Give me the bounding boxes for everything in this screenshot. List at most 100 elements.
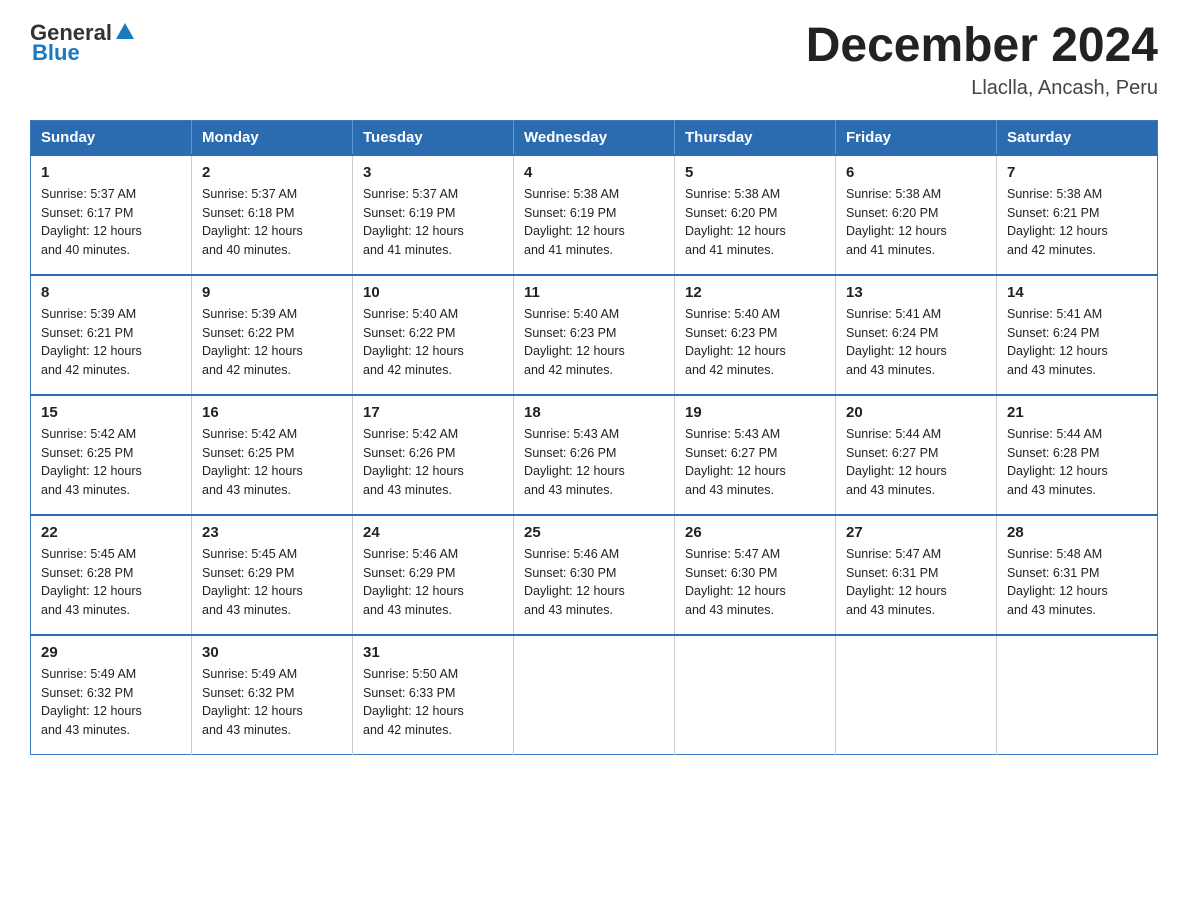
day-number: 25 <box>524 524 664 541</box>
day-number: 11 <box>524 284 664 301</box>
day-info: Sunrise: 5:40 AMSunset: 6:22 PMDaylight:… <box>363 305 503 380</box>
calendar-cell: 30Sunrise: 5:49 AMSunset: 6:32 PMDayligh… <box>192 635 353 755</box>
day-number: 13 <box>846 284 986 301</box>
day-info: Sunrise: 5:40 AMSunset: 6:23 PMDaylight:… <box>685 305 825 380</box>
day-info: Sunrise: 5:46 AMSunset: 6:30 PMDaylight:… <box>524 545 664 620</box>
day-number: 4 <box>524 164 664 181</box>
calendar-cell: 9 Sunrise: 5:39 AMSunset: 6:22 PMDaylight… <box>192 275 353 395</box>
day-number: 8 <box>41 284 181 301</box>
calendar-cell: 25 Sunrise: 5:46 AMSunset: 6:30 PMDayligh… <box>514 515 675 635</box>
calendar-cell: 2 Sunrise: 5:37 AMSunset: 6:18 PMDaylight… <box>192 155 353 275</box>
day-info: Sunrise: 5:45 AMSunset: 6:28 PMDaylight:… <box>41 545 181 620</box>
day-number: 7 <box>1007 164 1147 181</box>
day-number: 2 <box>202 164 342 181</box>
calendar-cell: 5 Sunrise: 5:38 AMSunset: 6:20 PMDaylight… <box>675 155 836 275</box>
day-number: 15 <box>41 404 181 421</box>
page-header: General Blue December 2024 Llaclla, Anca… <box>30 20 1158 100</box>
day-info: Sunrise: 5:41 AMSunset: 6:24 PMDaylight:… <box>846 305 986 380</box>
day-info: Sunrise: 5:37 AMSunset: 6:17 PMDaylight:… <box>41 185 181 260</box>
calendar-cell: 23 Sunrise: 5:45 AMSunset: 6:29 PMDayligh… <box>192 515 353 635</box>
calendar-cell: 6 Sunrise: 5:38 AMSunset: 6:20 PMDaylight… <box>836 155 997 275</box>
day-info: Sunrise: 5:44 AMSunset: 6:28 PMDaylight:… <box>1007 425 1147 500</box>
calendar-title: December 2024 <box>806 20 1158 73</box>
day-number: 1 <box>41 164 181 181</box>
calendar-cell: 11Sunrise: 5:40 AMSunset: 6:23 PMDayligh… <box>514 275 675 395</box>
calendar-cell: 17 Sunrise: 5:42 AMSunset: 6:26 PMDayligh… <box>353 395 514 515</box>
calendar-cell <box>514 635 675 755</box>
calendar-cell: 21 Sunrise: 5:44 AMSunset: 6:28 PMDayligh… <box>997 395 1158 515</box>
day-number: 20 <box>846 404 986 421</box>
header-monday: Monday <box>192 120 353 155</box>
calendar-cell: 27 Sunrise: 5:47 AMSunset: 6:31 PMDayligh… <box>836 515 997 635</box>
day-number: 27 <box>846 524 986 541</box>
header-sunday: Sunday <box>31 120 192 155</box>
calendar-cell: 15 Sunrise: 5:42 AMSunset: 6:25 PMDayligh… <box>31 395 192 515</box>
day-number: 28 <box>1007 524 1147 541</box>
day-info: Sunrise: 5:44 AMSunset: 6:27 PMDaylight:… <box>846 425 986 500</box>
day-info: Sunrise: 5:43 AMSunset: 6:26 PMDaylight:… <box>524 425 664 500</box>
calendar-cell: 13 Sunrise: 5:41 AMSunset: 6:24 PMDayligh… <box>836 275 997 395</box>
header-thursday: Thursday <box>675 120 836 155</box>
day-number: 10 <box>363 284 503 301</box>
calendar-cell: 3 Sunrise: 5:37 AMSunset: 6:19 PMDaylight… <box>353 155 514 275</box>
logo-blue-text: Blue <box>32 40 80 66</box>
calendar-cell <box>836 635 997 755</box>
logo-triangle-icon <box>114 21 136 43</box>
calendar-cell: 24Sunrise: 5:46 AMSunset: 6:29 PMDayligh… <box>353 515 514 635</box>
day-info: Sunrise: 5:48 AMSunset: 6:31 PMDaylight:… <box>1007 545 1147 620</box>
calendar-cell: 10 Sunrise: 5:40 AMSunset: 6:22 PMDayligh… <box>353 275 514 395</box>
header-wednesday: Wednesday <box>514 120 675 155</box>
calendar-cell <box>997 635 1158 755</box>
day-info: Sunrise: 5:49 AMSunset: 6:32 PMDaylight:… <box>41 665 181 740</box>
header-tuesday: Tuesday <box>353 120 514 155</box>
day-info: Sunrise: 5:38 AMSunset: 6:19 PMDaylight:… <box>524 185 664 260</box>
day-number: 16 <box>202 404 342 421</box>
logo: General Blue <box>30 20 136 66</box>
header-friday: Friday <box>836 120 997 155</box>
calendar-cell: 18 Sunrise: 5:43 AMSunset: 6:26 PMDayligh… <box>514 395 675 515</box>
day-number: 21 <box>1007 404 1147 421</box>
day-number: 6 <box>846 164 986 181</box>
day-info: Sunrise: 5:38 AMSunset: 6:20 PMDaylight:… <box>685 185 825 260</box>
day-number: 26 <box>685 524 825 541</box>
day-number: 5 <box>685 164 825 181</box>
day-info: Sunrise: 5:39 AMSunset: 6:22 PMDaylight:… <box>202 305 342 380</box>
day-number: 22 <box>41 524 181 541</box>
calendar-cell: 22 Sunrise: 5:45 AMSunset: 6:28 PMDayligh… <box>31 515 192 635</box>
day-info: Sunrise: 5:39 AMSunset: 6:21 PMDaylight:… <box>41 305 181 380</box>
calendar-cell: 19 Sunrise: 5:43 AMSunset: 6:27 PMDayligh… <box>675 395 836 515</box>
day-info: Sunrise: 5:47 AMSunset: 6:30 PMDaylight:… <box>685 545 825 620</box>
calendar-subtitle: Llaclla, Ancash, Peru <box>806 77 1158 100</box>
day-info: Sunrise: 5:38 AMSunset: 6:20 PMDaylight:… <box>846 185 986 260</box>
day-number: 30 <box>202 644 342 661</box>
day-info: Sunrise: 5:42 AMSunset: 6:25 PMDaylight:… <box>41 425 181 500</box>
title-section: December 2024 Llaclla, Ancash, Peru <box>806 20 1158 100</box>
calendar-cell: 1 Sunrise: 5:37 AMSunset: 6:17 PMDaylight… <box>31 155 192 275</box>
day-info: Sunrise: 5:43 AMSunset: 6:27 PMDaylight:… <box>685 425 825 500</box>
day-number: 17 <box>363 404 503 421</box>
calendar-cell <box>675 635 836 755</box>
day-number: 12 <box>685 284 825 301</box>
day-info: Sunrise: 5:47 AMSunset: 6:31 PMDaylight:… <box>846 545 986 620</box>
day-info: Sunrise: 5:45 AMSunset: 6:29 PMDaylight:… <box>202 545 342 620</box>
day-number: 31 <box>363 644 503 661</box>
day-info: Sunrise: 5:42 AMSunset: 6:26 PMDaylight:… <box>363 425 503 500</box>
header-saturday: Saturday <box>997 120 1158 155</box>
day-number: 14 <box>1007 284 1147 301</box>
week-row-3: 15 Sunrise: 5:42 AMSunset: 6:25 PMDayligh… <box>31 395 1158 515</box>
day-number: 23 <box>202 524 342 541</box>
day-number: 3 <box>363 164 503 181</box>
day-number: 19 <box>685 404 825 421</box>
day-info: Sunrise: 5:50 AMSunset: 6:33 PMDaylight:… <box>363 665 503 740</box>
day-info: Sunrise: 5:37 AMSunset: 6:18 PMDaylight:… <box>202 185 342 260</box>
calendar-cell: 16Sunrise: 5:42 AMSunset: 6:25 PMDayligh… <box>192 395 353 515</box>
week-row-5: 29 Sunrise: 5:49 AMSunset: 6:32 PMDayligh… <box>31 635 1158 755</box>
calendar-cell: 14 Sunrise: 5:41 AMSunset: 6:24 PMDayligh… <box>997 275 1158 395</box>
day-number: 29 <box>41 644 181 661</box>
day-number: 18 <box>524 404 664 421</box>
week-row-4: 22 Sunrise: 5:45 AMSunset: 6:28 PMDayligh… <box>31 515 1158 635</box>
week-row-2: 8 Sunrise: 5:39 AMSunset: 6:21 PMDaylight… <box>31 275 1158 395</box>
day-number: 9 <box>202 284 342 301</box>
day-info: Sunrise: 5:37 AMSunset: 6:19 PMDaylight:… <box>363 185 503 260</box>
day-info: Sunrise: 5:41 AMSunset: 6:24 PMDaylight:… <box>1007 305 1147 380</box>
